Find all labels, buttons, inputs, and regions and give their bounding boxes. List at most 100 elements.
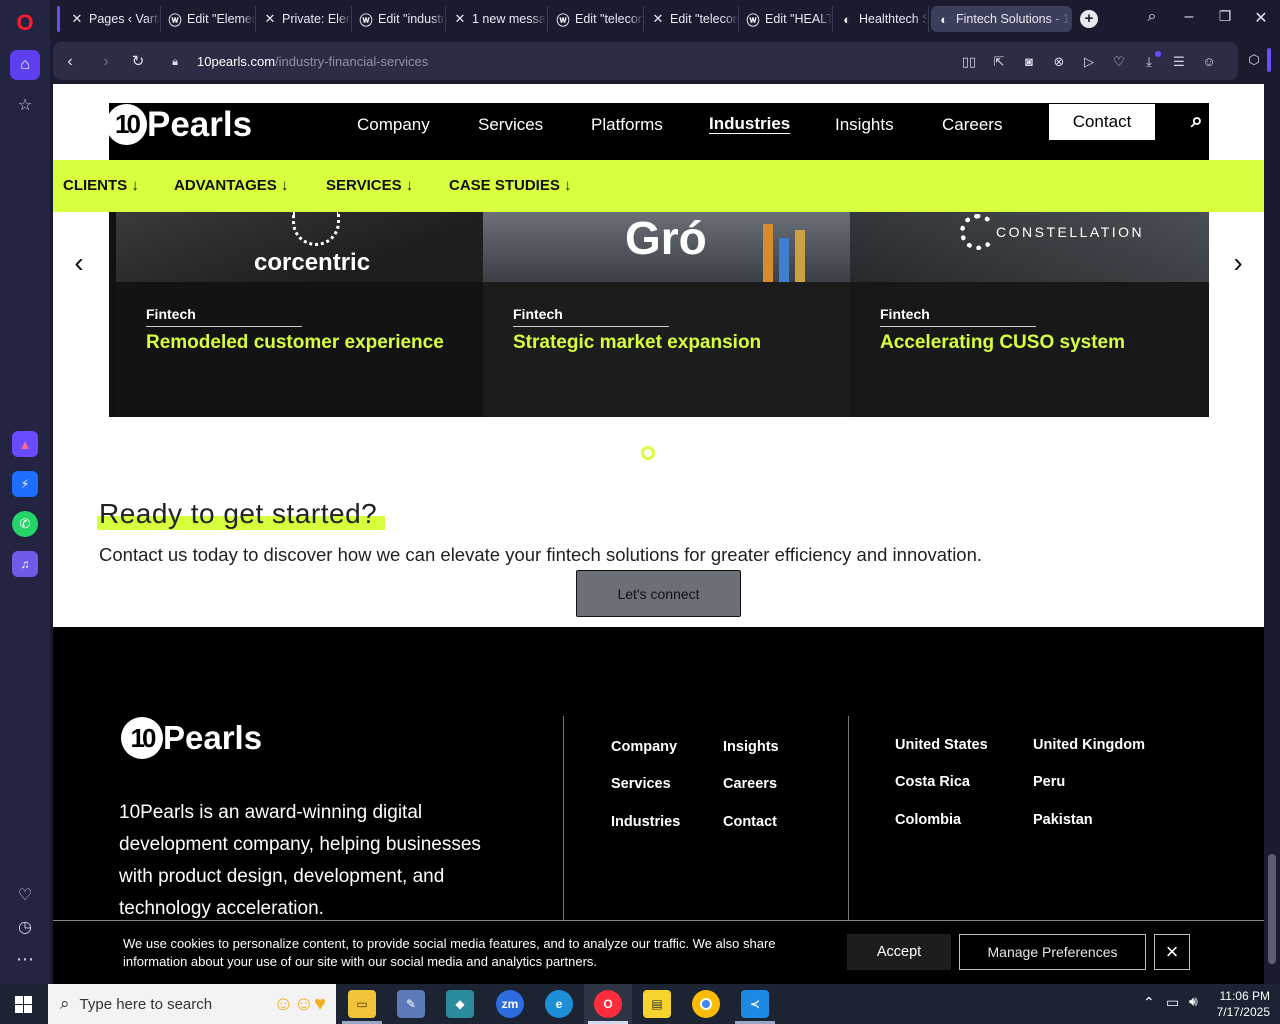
card-tag: Fintech (146, 306, 196, 322)
card-divider (513, 326, 669, 327)
subnav-clients[interactable]: CLIENTS ↓ (63, 177, 139, 194)
subnav-services[interactable]: SERVICES ↓ (326, 177, 413, 194)
accept-cookies-button[interactable]: Accept (847, 934, 951, 970)
close-icon[interactable]: × (1154, 934, 1190, 970)
whatsapp-icon[interactable]: ✆ (12, 511, 38, 537)
volume-icon[interactable]: 🔊︎ (1189, 993, 1198, 1010)
tab-healthtech[interactable]: ◐ Healthtech S (834, 6, 929, 32)
subnav-case-studies[interactable]: CASE STUDIES ↓ (449, 177, 572, 194)
nav-careers[interactable]: Careers (942, 115, 1002, 135)
url-domain: 10pearls.com (197, 54, 276, 69)
tab-search-icon[interactable]: ⌕ (1141, 8, 1163, 26)
opera-menu-icon[interactable]: O (10, 8, 40, 38)
more-options-icon[interactable]: ⋯ (10, 944, 40, 974)
snapshot-camera-icon[interactable]: ◙ (1020, 53, 1038, 71)
paint-app-icon[interactable]: ✎ (397, 990, 425, 1018)
case-study-card-gro[interactable]: Gró Fintech Strategic market expansion (483, 212, 850, 417)
case-study-carousel: corcentric Fintech Remodeled customer ex… (109, 212, 1209, 417)
footer-link-industries[interactable]: Industries (611, 814, 680, 830)
location-pakistan[interactable]: Pakistan (1033, 812, 1093, 828)
favorites-heart-icon[interactable]: ♡ (10, 880, 40, 910)
chart-bar-graphic (779, 238, 789, 282)
minimize-icon[interactable]: – (1178, 8, 1200, 26)
tab-edit-health[interactable]: ⓦ Edit "HEALTI (740, 6, 833, 32)
location-costa-rica[interactable]: Costa Rica (895, 774, 970, 790)
reload-icon[interactable]: ↻ (128, 52, 148, 72)
ad-blocker-icon[interactable]: ⊗ (1050, 53, 1068, 71)
nav-services[interactable]: Services (478, 115, 543, 135)
location-colombia[interactable]: Colombia (895, 812, 961, 828)
tab-new-message[interactable]: ✕ 1 new messa (447, 6, 548, 32)
back-icon[interactable]: ‹ (60, 52, 80, 72)
card-title: Strategic market expansion (513, 332, 762, 353)
manage-preferences-button[interactable]: Manage Preferences (959, 934, 1146, 970)
scrollbar-thumb[interactable] (1268, 854, 1276, 964)
cookie-text: We use cookies to personalize content, t… (123, 936, 776, 969)
sticky-notes-icon[interactable]: ▤ (643, 990, 671, 1018)
extensions-cube-icon[interactable]: ⬡ (1245, 51, 1263, 69)
case-study-card-corcentric[interactable]: corcentric Fintech Remodeled customer ex… (116, 212, 483, 417)
tab-pages-varta[interactable]: ✕ Pages ‹ Varta (64, 6, 161, 32)
site-search-icon[interactable]: ⌕ (1191, 109, 1203, 133)
edge-browser-icon[interactable]: e (545, 990, 573, 1018)
player-icon[interactable]: ▷ (1080, 53, 1098, 71)
speed-dial-star-icon[interactable]: ☆ (10, 90, 40, 120)
nav-platforms[interactable]: Platforms (591, 115, 663, 135)
close-window-icon[interactable]: ✕ (1250, 8, 1272, 28)
nav-company[interactable]: Company (357, 115, 430, 135)
tab-edit-telecom-1[interactable]: ⓦ Edit "telecon (550, 6, 644, 32)
messenger-icon[interactable]: ⚡ (12, 471, 38, 497)
carousel-pagination-dot[interactable] (641, 446, 655, 460)
forward-icon[interactable]: › (96, 52, 116, 72)
location-peru[interactable]: Peru (1033, 774, 1065, 790)
tab-private-elementor[interactable]: ✕ Private: Elem (257, 6, 352, 32)
show-hidden-icons-chevron-icon[interactable]: ⌃ (1143, 994, 1155, 1011)
url-field[interactable]: 10pearls.com/industry-financial-services (197, 54, 428, 69)
system-clock[interactable]: 11:06 PM 7/17/2025 (1210, 988, 1270, 1020)
tab-edit-telecom-2[interactable]: ✕ Edit "telecon (645, 6, 739, 32)
app-icon-diamond[interactable]: ◆ (446, 990, 474, 1018)
lets-connect-button[interactable]: Let's connect (576, 570, 741, 617)
share-icon[interactable]: ⇱ (990, 53, 1008, 71)
file-explorer-icon[interactable]: ▭ (348, 990, 376, 1018)
windows-start-icon[interactable] (15, 996, 32, 1013)
history-clock-icon[interactable]: ◷ (10, 912, 40, 942)
footer-logo[interactable]: 10 Pearls (121, 717, 262, 759)
footer-link-services[interactable]: Services (611, 776, 671, 792)
footer-link-careers[interactable]: Careers (723, 776, 777, 792)
profile-icon[interactable]: ☺ (1200, 53, 1218, 71)
lock-icon[interactable]: 🔒︎ (165, 52, 185, 72)
site-logo[interactable]: 10 Pearls (106, 104, 252, 145)
footer-link-company[interactable]: Company (611, 739, 677, 755)
carousel-prev-arrow[interactable]: ‹ (69, 247, 89, 279)
location-united-states[interactable]: United States (895, 737, 988, 753)
nav-insights[interactable]: Insights (835, 115, 894, 135)
location-united-kingdom[interactable]: United Kingdom (1033, 737, 1145, 753)
tab-edit-elementor[interactable]: ⓦ Edit "Elemen (162, 6, 256, 32)
footer-link-contact[interactable]: Contact (723, 814, 777, 830)
maximize-icon[interactable]: ❐ (1214, 8, 1236, 25)
music-player-icon[interactable]: ♫ (12, 551, 38, 577)
my-flow-heart-icon[interactable]: ♡ (1110, 53, 1128, 71)
reader-view-icon[interactable]: ▯▯ (960, 53, 978, 71)
aria-icon[interactable]: ▲ (12, 431, 38, 457)
tab-edit-industry[interactable]: ⓦ Edit "industr (353, 6, 446, 32)
easy-setup-icon[interactable]: ☰ (1170, 53, 1188, 71)
case-study-card-constellation[interactable]: CONSTELLATION Fintech Accelerating CUSO … (850, 212, 1209, 417)
chrome-browser-icon[interactable] (692, 990, 720, 1018)
new-tab-plus-icon[interactable]: + (1080, 10, 1098, 28)
carousel-next-arrow[interactable]: › (1228, 247, 1248, 279)
emoji-search-highlight-icon[interactable]: ☺☺♥ (273, 993, 326, 1016)
nav-industries[interactable]: Industries (709, 114, 790, 134)
zoom-icon[interactable]: zm (496, 990, 524, 1018)
taskbar-search[interactable]: ⌕ Type here to search ☺☺♥ (48, 984, 336, 1024)
tab-fintech-solutions[interactable]: ◐ Fintech Solutions - 10 (931, 6, 1072, 32)
contact-button[interactable]: Contact (1049, 104, 1155, 140)
footer-link-insights[interactable]: Insights (723, 739, 779, 755)
vscode-icon[interactable]: ≺ (741, 990, 769, 1018)
address-toolbar: ‹ › ↻ 🔒︎ 10pearls.com/industry-financial… (50, 38, 1280, 84)
network-icon[interactable]: ▭ (1166, 994, 1179, 1011)
home-icon[interactable]: ⌂ (10, 50, 40, 80)
page-scrollbar[interactable] (1264, 84, 1280, 984)
subnav-advantages[interactable]: ADVANTAGES ↓ (174, 177, 288, 194)
